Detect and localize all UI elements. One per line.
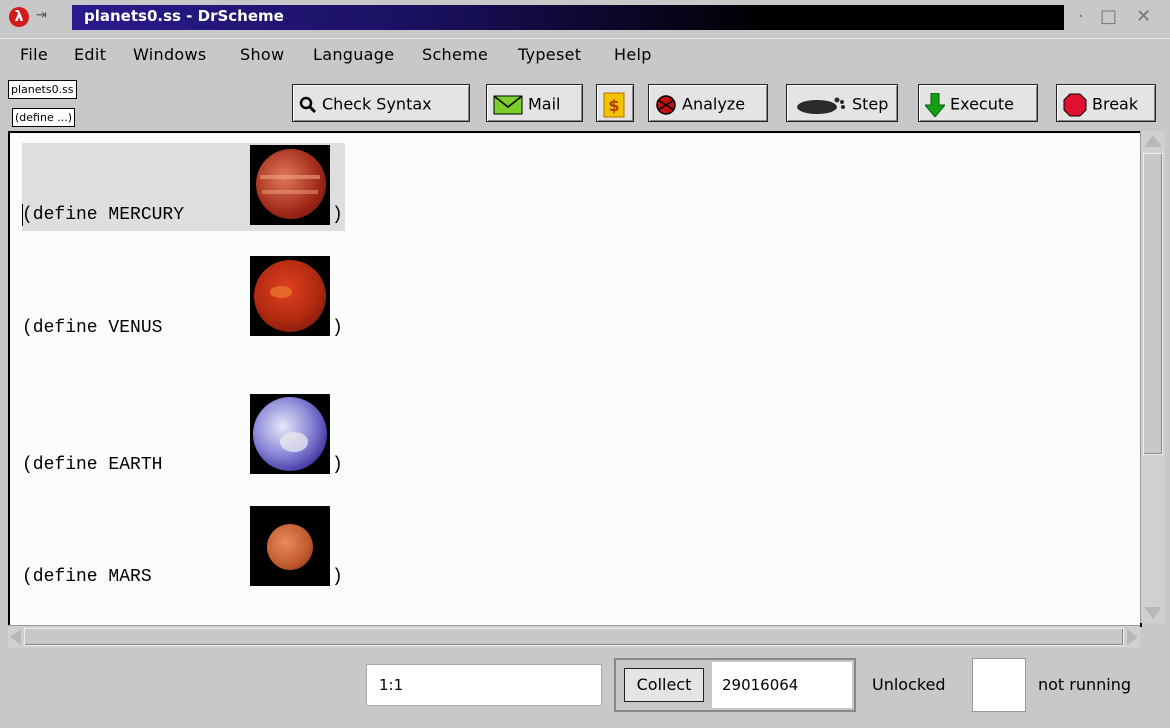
pin-icon[interactable]: ⇥	[36, 8, 47, 23]
close-icon[interactable]: ✕	[1136, 6, 1151, 27]
menu-help[interactable]: Help	[614, 45, 652, 64]
file-name-box[interactable]: planets0.ss	[8, 80, 77, 99]
definitions-editor[interactable]: (define MERCURY ) (define VENUS ) (defin…	[8, 131, 1142, 627]
menu-language[interactable]: Language	[313, 45, 394, 64]
drscheme-logo-icon[interactable]: λ	[9, 7, 29, 27]
code-line-mercury[interactable]: (define MERCURY	[22, 205, 195, 225]
lock-indicator[interactable]	[972, 658, 1026, 712]
step-label: Step	[852, 94, 889, 114]
break-button[interactable]: Break	[1056, 84, 1156, 122]
envelope-icon	[493, 94, 523, 114]
horizontal-scrollbar[interactable]	[8, 625, 1140, 648]
run-status: not running	[1038, 675, 1132, 694]
spider-icon	[656, 94, 676, 115]
menu-show[interactable]: Show	[240, 45, 284, 64]
menu-windows[interactable]: Windows	[133, 45, 207, 64]
stop-icon	[1063, 93, 1087, 116]
money-button[interactable]: $	[596, 84, 634, 122]
planet-image-earth	[250, 394, 330, 474]
code-line-venus[interactable]: (define VENUS	[22, 318, 195, 338]
define-menu-box[interactable]: (define ...)	[12, 108, 75, 127]
footprint-icon	[797, 97, 845, 114]
planet-image-mercury	[250, 145, 330, 225]
break-label: Break	[1092, 94, 1139, 114]
code-text: (define EARTH	[22, 455, 195, 475]
check-syntax-button[interactable]: Check Syntax	[292, 84, 470, 122]
menu-scheme[interactable]: Scheme	[422, 45, 488, 64]
scroll-left-icon[interactable]	[10, 629, 21, 645]
down-arrow-icon	[925, 92, 945, 117]
code-line-earth[interactable]: (define EARTH	[22, 455, 195, 475]
close-paren: )	[332, 455, 343, 475]
close-paren: )	[332, 567, 343, 587]
menu-typeset[interactable]: Typeset	[518, 45, 581, 64]
planet-image-mars	[250, 506, 330, 586]
menu-bar: File Edit Windows Show Language Scheme T…	[0, 38, 1170, 73]
menu-file[interactable]: File	[20, 45, 48, 64]
mail-label: Mail	[528, 94, 561, 114]
svg-text:$: $	[608, 96, 619, 115]
text-cursor	[22, 204, 23, 226]
mail-button[interactable]: Mail	[486, 84, 583, 122]
close-paren: )	[332, 205, 343, 225]
memory-usage: 29016064	[712, 662, 852, 708]
dollar-icon: $	[603, 92, 625, 117]
code-text: (define MARS	[22, 567, 195, 587]
execute-label: Execute	[950, 94, 1014, 114]
minimize-icon[interactable]: ·	[1078, 6, 1084, 27]
planet-image-venus	[250, 256, 330, 336]
close-paren: )	[332, 318, 343, 338]
horizontal-scroll-thumb[interactable]	[24, 628, 1124, 646]
step-button[interactable]: Step	[786, 84, 898, 122]
menu-edit[interactable]: Edit	[74, 45, 106, 64]
execute-button[interactable]: Execute	[918, 84, 1038, 122]
check-syntax-label: Check Syntax	[322, 94, 432, 114]
cursor-position: 1:1	[366, 664, 602, 706]
analyze-label: Analyze	[682, 94, 746, 114]
scroll-right-icon[interactable]	[1127, 629, 1138, 645]
analyze-button[interactable]: Analyze	[648, 84, 768, 122]
code-line-mars[interactable]: (define MARS	[22, 567, 195, 587]
maximize-icon[interactable]: □	[1100, 6, 1117, 27]
code-text: (define VENUS	[22, 318, 195, 338]
vertical-scroll-thumb[interactable]	[1143, 153, 1163, 455]
title-bar: λ ⇥ planets0.ss - DrScheme · □ ✕	[0, 0, 1170, 34]
collect-button[interactable]: Collect	[624, 668, 704, 702]
vertical-scrollbar[interactable]	[1140, 131, 1165, 623]
code-text: (define MERCURY	[22, 205, 195, 225]
scroll-down-icon[interactable]	[1144, 607, 1162, 619]
window-title: planets0.ss - DrScheme	[84, 7, 284, 25]
lock-status: Unlocked	[872, 675, 946, 694]
scroll-up-icon[interactable]	[1144, 135, 1162, 147]
magnifier-icon	[299, 96, 317, 113]
